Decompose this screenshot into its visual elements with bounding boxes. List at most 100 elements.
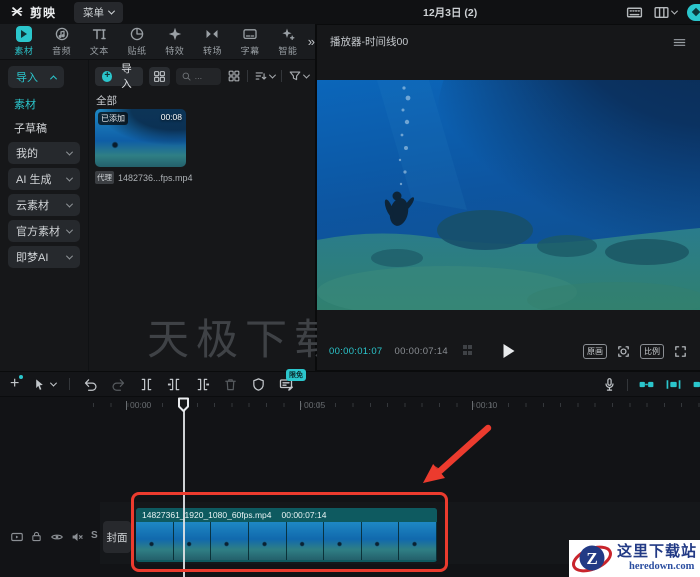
chevron-down-icon: [65, 174, 74, 182]
asset-panel: 素材 音频 文本 贴纸 特效 转场 字幕 智能 » 导入 素材 子草稿 我的 A…: [0, 24, 336, 371]
media-sidebar: 导入 素材 子草稿 我的 AI 生成 云素材 官方素材 即梦AI: [0, 60, 88, 371]
audio-icon: [55, 27, 68, 41]
ratio-button[interactable]: 比例: [640, 343, 664, 359]
divider: [69, 378, 71, 390]
play-button[interactable]: [503, 344, 514, 358]
ribbon-expand-button[interactable]: »: [308, 34, 315, 49]
original-quality-button[interactable]: 原画: [583, 343, 607, 359]
clip-duration-badge: 00:08: [160, 112, 182, 122]
linkage-toggle-icon[interactable]: [665, 376, 682, 393]
snap-toggle-icon[interactable]: [638, 376, 655, 393]
plus-icon: +: [102, 70, 113, 82]
add-track-button[interactable]: +: [10, 375, 24, 392]
media-clip-card[interactable]: 已添加 00:08: [95, 109, 186, 167]
divider: [627, 378, 628, 391]
heredown-logo-icon: Z: [572, 545, 612, 572]
divider: [281, 70, 282, 82]
chevron-down-icon: [268, 71, 277, 79]
tab-audio[interactable]: 音频: [43, 25, 81, 59]
select-tool-button[interactable]: [32, 377, 58, 392]
app-name: 剪映: [30, 5, 57, 20]
mute-track-icon[interactable]: [70, 530, 84, 544]
chevron-up-icon: [49, 74, 58, 82]
export-button[interactable]: [687, 3, 700, 21]
tab-smart[interactable]: 智能: [269, 25, 307, 59]
svg-text:Z: Z: [586, 549, 597, 568]
redo-button[interactable]: [111, 377, 126, 392]
cursor-icon: [36, 378, 44, 390]
main-track-icon[interactable]: [10, 530, 24, 544]
sticker-icon: [130, 27, 144, 41]
clip-filename: 1482736...fps.mp4: [118, 172, 193, 183]
titlebar: 剪映 菜单 12月3日 (2): [0, 0, 700, 24]
tab-transition[interactable]: 转场: [194, 25, 232, 59]
timeline-toolbar: + 限免: [0, 369, 700, 397]
captions-icon: [243, 29, 257, 40]
heredown-site-name: 这里下载站: [617, 543, 698, 560]
shortcut-keyboard-icon[interactable]: [626, 4, 643, 21]
chevron-down-icon: [670, 7, 679, 15]
filter-all-label: 全部: [96, 95, 117, 107]
sidebar-item-cloud-material[interactable]: 云素材: [8, 194, 80, 216]
player-menu-icon[interactable]: [672, 35, 687, 50]
tab-effects[interactable]: 特效: [156, 25, 194, 59]
lock-track-icon[interactable]: [30, 530, 43, 543]
video-preview[interactable]: [317, 80, 700, 310]
split-button[interactable]: [139, 377, 154, 392]
sidebar-item-official-material[interactable]: 官方素材: [8, 220, 80, 242]
tab-captions[interactable]: 字幕: [231, 25, 269, 59]
limited-free-badge: 限免: [286, 369, 306, 381]
playhead-handle[interactable]: [177, 397, 190, 416]
tab-media[interactable]: 素材: [5, 25, 43, 59]
frame-grid-icon: [462, 344, 478, 359]
current-time: 00:00:01:07: [329, 345, 383, 357]
sidebar-item-ai-generate[interactable]: AI 生成: [8, 168, 80, 190]
hide-track-icon[interactable]: [50, 530, 64, 544]
ruler-label-5: 00:05: [300, 401, 325, 410]
effects-icon: [168, 27, 181, 41]
sidebar-item-mine[interactable]: 我的: [8, 142, 80, 164]
tab-text[interactable]: 文本: [80, 25, 118, 59]
tab-sticker[interactable]: 贴纸: [118, 25, 156, 59]
material-bin-icon[interactable]: [149, 66, 170, 86]
import-media-button[interactable]: + 导入: [95, 63, 144, 90]
layout-switch-icon[interactable]: [653, 4, 679, 21]
annotation-arrow: [423, 424, 492, 483]
ruler-label-10: 00:10: [472, 401, 497, 410]
divider: [247, 70, 248, 82]
ribbon-tabs: 素材 音频 文本 贴纸 特效 转场 字幕 智能 »: [0, 24, 315, 60]
sidebar-item-subdraft[interactable]: 子草稿: [14, 120, 47, 136]
preview-zoom-icon[interactable]: [616, 344, 631, 359]
capcut-logo-icon: [10, 5, 24, 19]
freeze-shield-icon[interactable]: [251, 377, 266, 392]
sort-icon[interactable]: [254, 69, 277, 83]
player-title: 播放器-时间线00: [330, 36, 409, 48]
chevron-down-icon: [107, 7, 116, 15]
sidebar-item-material[interactable]: 素材: [14, 96, 36, 112]
view-mode-icon[interactable]: [227, 69, 241, 83]
search-input[interactable]: ...: [175, 67, 221, 85]
record-mic-icon[interactable]: [602, 377, 617, 392]
delete-left-button[interactable]: [167, 377, 182, 392]
solo-track-icon[interactable]: S: [91, 530, 98, 541]
sidebar-item-jimeng-ai[interactable]: 即梦AI: [8, 246, 80, 268]
sidebar-item-import[interactable]: 导入: [8, 66, 64, 88]
heredown-site-url: heredown.com: [629, 560, 695, 572]
delete-button[interactable]: [223, 377, 238, 392]
transition-icon: [206, 30, 218, 38]
preview-axis-toggle-icon[interactable]: [692, 376, 700, 393]
text-icon: [93, 29, 107, 40]
undo-button[interactable]: [83, 377, 98, 392]
chevron-down-icon: [65, 252, 74, 260]
fullscreen-icon[interactable]: [673, 344, 688, 359]
player-controls: 00:00:01:07 00:00:07:14 原画 比例: [317, 338, 700, 364]
search-icon: [182, 72, 191, 81]
filter-icon[interactable]: [288, 69, 311, 83]
media-library: + 导入 ... 全部 已添加 00:08 代理 1482736...fps.m…: [88, 60, 336, 371]
ruler-label-0: 00:00: [126, 401, 151, 410]
delete-right-button[interactable]: [195, 377, 210, 392]
search-placeholder: ...: [194, 71, 203, 81]
menu-button[interactable]: 菜单: [74, 1, 124, 23]
watermark-heredown: Z 这里下载站 heredown.com: [569, 540, 700, 577]
cover-button[interactable]: 封面: [103, 521, 131, 553]
